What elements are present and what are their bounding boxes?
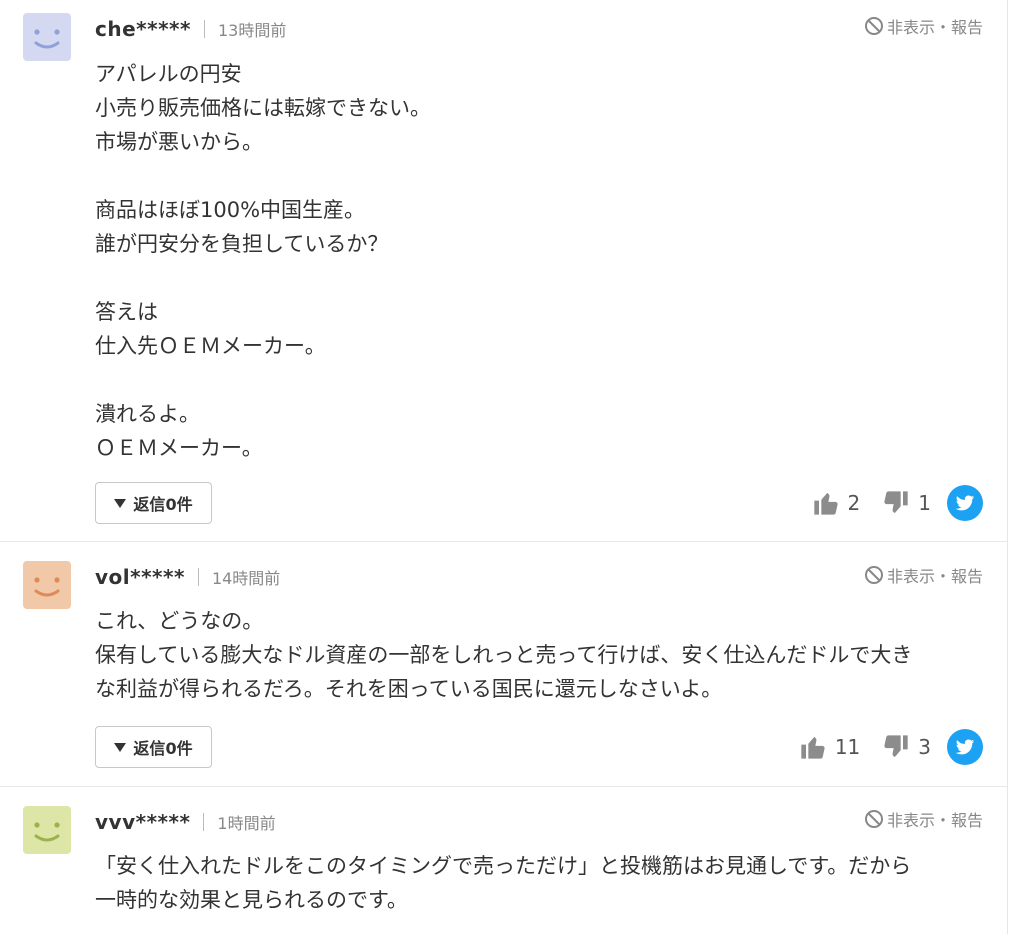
triangle-down-icon	[114, 742, 127, 752]
header-divider	[197, 568, 199, 586]
prohibit-icon	[864, 810, 883, 828]
timestamp: 14時間前	[211, 569, 281, 588]
smiley-avatar-icon	[23, 806, 71, 854]
triangle-down-icon	[114, 498, 127, 508]
timestamp: 13時間前	[217, 21, 287, 40]
comment-actions: 11 3	[799, 729, 983, 765]
like-count: 11	[834, 735, 861, 759]
hide-report-link[interactable]: 非表示・報告	[864, 14, 983, 38]
comment-line: 一時的な効果と見られるのです。	[95, 888, 408, 912]
comment-body: 「安く仕入れたドルをこのタイミングで売っただけ」と投機筋はお見通しです。だから …	[95, 849, 985, 917]
comment-line: 「安く仕入れたドルをこのタイミングで売っただけ」と投機筋はお見通しです。だから	[95, 854, 912, 878]
comment-header: vvv***** 1時間前	[95, 807, 276, 837]
thumbs-down-icon	[884, 735, 908, 758]
comment-line: 仕入先ＯＥＭメーカー。	[95, 334, 326, 358]
comment-line: 商品はほぼ100%中国生産。	[95, 198, 366, 222]
twitter-icon	[955, 495, 975, 511]
comment-line: な利益が得られるだろ。それを困っている国民に還元しなさいよ。	[95, 677, 723, 701]
comment-line	[95, 363, 985, 397]
twitter-share-button[interactable]	[947, 485, 983, 521]
comment-item: vol***** 14時間前 非表示・報告 これ、どうなの。 保有している膨大な…	[0, 543, 1007, 787]
comment-body: これ、どうなの。 保有している膨大なドル資産の一部をしれっと売って行けば、安く仕…	[95, 604, 985, 706]
smiley-avatar-icon	[23, 13, 71, 61]
hide-report-label: 非表示・報告	[886, 18, 983, 37]
twitter-icon	[955, 739, 975, 755]
timestamp: 1時間前	[217, 814, 276, 833]
avatar	[23, 13, 71, 61]
hide-report-label: 非表示・報告	[886, 811, 983, 830]
comment-actions: 2 1	[812, 485, 983, 521]
dislike-count: 3	[918, 735, 931, 759]
scroll-edge-divider	[1007, 0, 1008, 934]
avatar	[23, 806, 71, 854]
header-divider	[203, 813, 205, 831]
comment-list: che***** 13時間前 非表示・報告 アパレルの円安 小売り販売価格には転…	[0, 0, 1015, 934]
hide-report-link[interactable]: 非表示・報告	[864, 807, 983, 831]
reply-toggle-button[interactable]: 返信 0件	[95, 482, 212, 524]
username[interactable]: vol*****	[95, 565, 185, 589]
comment-line: 答えは	[95, 300, 158, 324]
dislike-count: 1	[918, 491, 931, 515]
prohibit-icon	[864, 566, 883, 584]
thumbs-down-icon	[884, 491, 908, 514]
comment-line	[95, 159, 985, 193]
comment-line: アパレルの円安	[95, 62, 242, 86]
thumbs-up-icon	[813, 492, 838, 515]
hide-report-label: 非表示・報告	[886, 567, 983, 586]
prohibit-icon	[864, 17, 883, 35]
comment-line: 小売り販売価格には転嫁できない。	[95, 96, 431, 120]
like-count: 2	[847, 491, 861, 515]
username[interactable]: che*****	[95, 17, 191, 41]
comment-item: vvv***** 1時間前 非表示・報告 「安く仕入れたドルをこのタイミングで売…	[0, 788, 1007, 934]
comment-line: 潰れるよ。	[95, 402, 200, 426]
username[interactable]: vvv*****	[95, 810, 190, 834]
comment-line: 誰が円安分を負担しているか？	[95, 232, 389, 256]
reply-count: 0件	[165, 739, 193, 758]
reply-label: 返信	[133, 495, 166, 514]
hide-report-link[interactable]: 非表示・報告	[864, 563, 983, 587]
dislike-button[interactable]: 3	[882, 733, 931, 761]
twitter-share-button[interactable]	[947, 729, 983, 765]
header-divider	[203, 20, 205, 38]
comment-line: 保有している膨大なドル資産の一部をしれっと売って行けば、安く仕込んだドルで大き	[95, 643, 913, 667]
reply-count: 0件	[165, 495, 193, 514]
like-button[interactable]: 11	[799, 733, 860, 761]
comment-line: 市場が悪いから。	[95, 130, 263, 154]
comment-header: vol***** 14時間前	[95, 562, 280, 592]
thumbs-up-icon	[801, 736, 825, 759]
like-button[interactable]: 2	[812, 489, 861, 517]
reply-label: 返信	[133, 739, 166, 758]
comment-line: ＯＥＭメーカー。	[95, 436, 263, 460]
comment-line	[95, 261, 985, 295]
reply-toggle-button[interactable]: 返信 0件	[95, 726, 212, 768]
comment-header: che***** 13時間前	[95, 14, 286, 44]
dislike-button[interactable]: 1	[882, 489, 931, 517]
smiley-avatar-icon	[23, 561, 71, 609]
comment-body: アパレルの円安 小売り販売価格には転嫁できない。 市場が悪いから。 商品はほぼ1…	[95, 57, 985, 465]
avatar	[23, 561, 71, 609]
comment-line: これ、どうなの。	[95, 609, 264, 633]
comment-item: che***** 13時間前 非表示・報告 アパレルの円安 小売り販売価格には転…	[0, 0, 1007, 542]
